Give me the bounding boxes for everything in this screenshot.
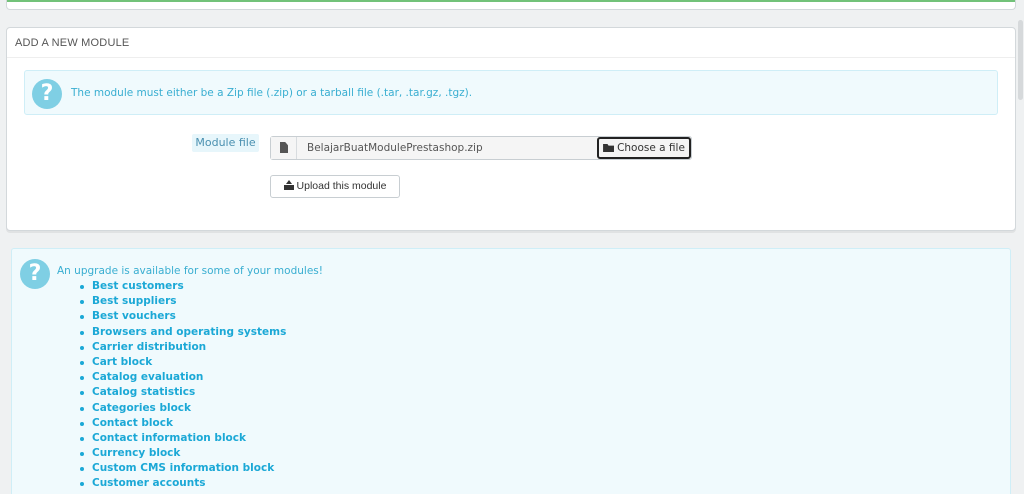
choose-file-label: Choose a file <box>617 142 685 154</box>
module-link[interactable]: Best customers <box>78 279 286 294</box>
info-alert: ? The module must either be a Zip file (… <box>24 70 998 115</box>
module-link[interactable]: Best vouchers <box>78 309 286 324</box>
question-circle-icon: ? <box>32 79 62 109</box>
upload-icon <box>283 180 294 190</box>
module-link[interactable]: Categories block <box>78 401 286 416</box>
upgrade-alert: ? An upgrade is available for some of yo… <box>11 248 1011 494</box>
module-link[interactable]: Best suppliers <box>78 294 286 309</box>
file-icon <box>280 142 288 153</box>
selected-file-name: BelajarBuatModulePrestashop.zip <box>307 142 483 154</box>
module-link[interactable]: Custom CMS information block <box>78 461 286 476</box>
upload-module-label: Upload this module <box>296 180 387 192</box>
scrollbar-thumb[interactable] <box>1018 20 1023 100</box>
folder-open-icon <box>603 144 615 152</box>
module-link[interactable]: Customer accounts <box>78 476 286 491</box>
module-link[interactable]: Catalog evaluation <box>78 370 286 385</box>
upgradable-module-list: Best customers Best suppliers Best vouch… <box>78 279 286 492</box>
module-file-input[interactable]: BelajarBuatModulePrestashop.zip Choose a… <box>270 136 692 160</box>
module-link[interactable]: Cart block <box>78 355 286 370</box>
add-module-panel: ADD A NEW MODULE ? The module must eithe… <box>6 27 1016 231</box>
module-link[interactable]: Carrier distribution <box>78 340 286 355</box>
upload-module-button[interactable]: Upload this module <box>270 175 400 198</box>
info-message: The module must either be a Zip file (.z… <box>71 87 473 99</box>
module-link[interactable]: Currency block <box>78 446 286 461</box>
module-link[interactable]: Contact block <box>78 416 286 431</box>
panel-heading: ADD A NEW MODULE <box>7 28 1015 58</box>
upgrade-message: An upgrade is available for some of your… <box>57 265 323 277</box>
page-scrollbar[interactable] <box>1016 0 1024 494</box>
question-circle-icon: ? <box>20 259 50 289</box>
module-link[interactable]: Catalog statistics <box>78 385 286 400</box>
module-link[interactable]: Browsers and operating systems <box>78 325 286 340</box>
module-link[interactable]: Contact information block <box>78 431 286 446</box>
previous-panel-bottom <box>6 0 1016 10</box>
file-addon <box>271 137 297 159</box>
choose-file-button[interactable]: Choose a file <box>597 137 691 159</box>
module-file-label: Module file <box>192 134 259 152</box>
